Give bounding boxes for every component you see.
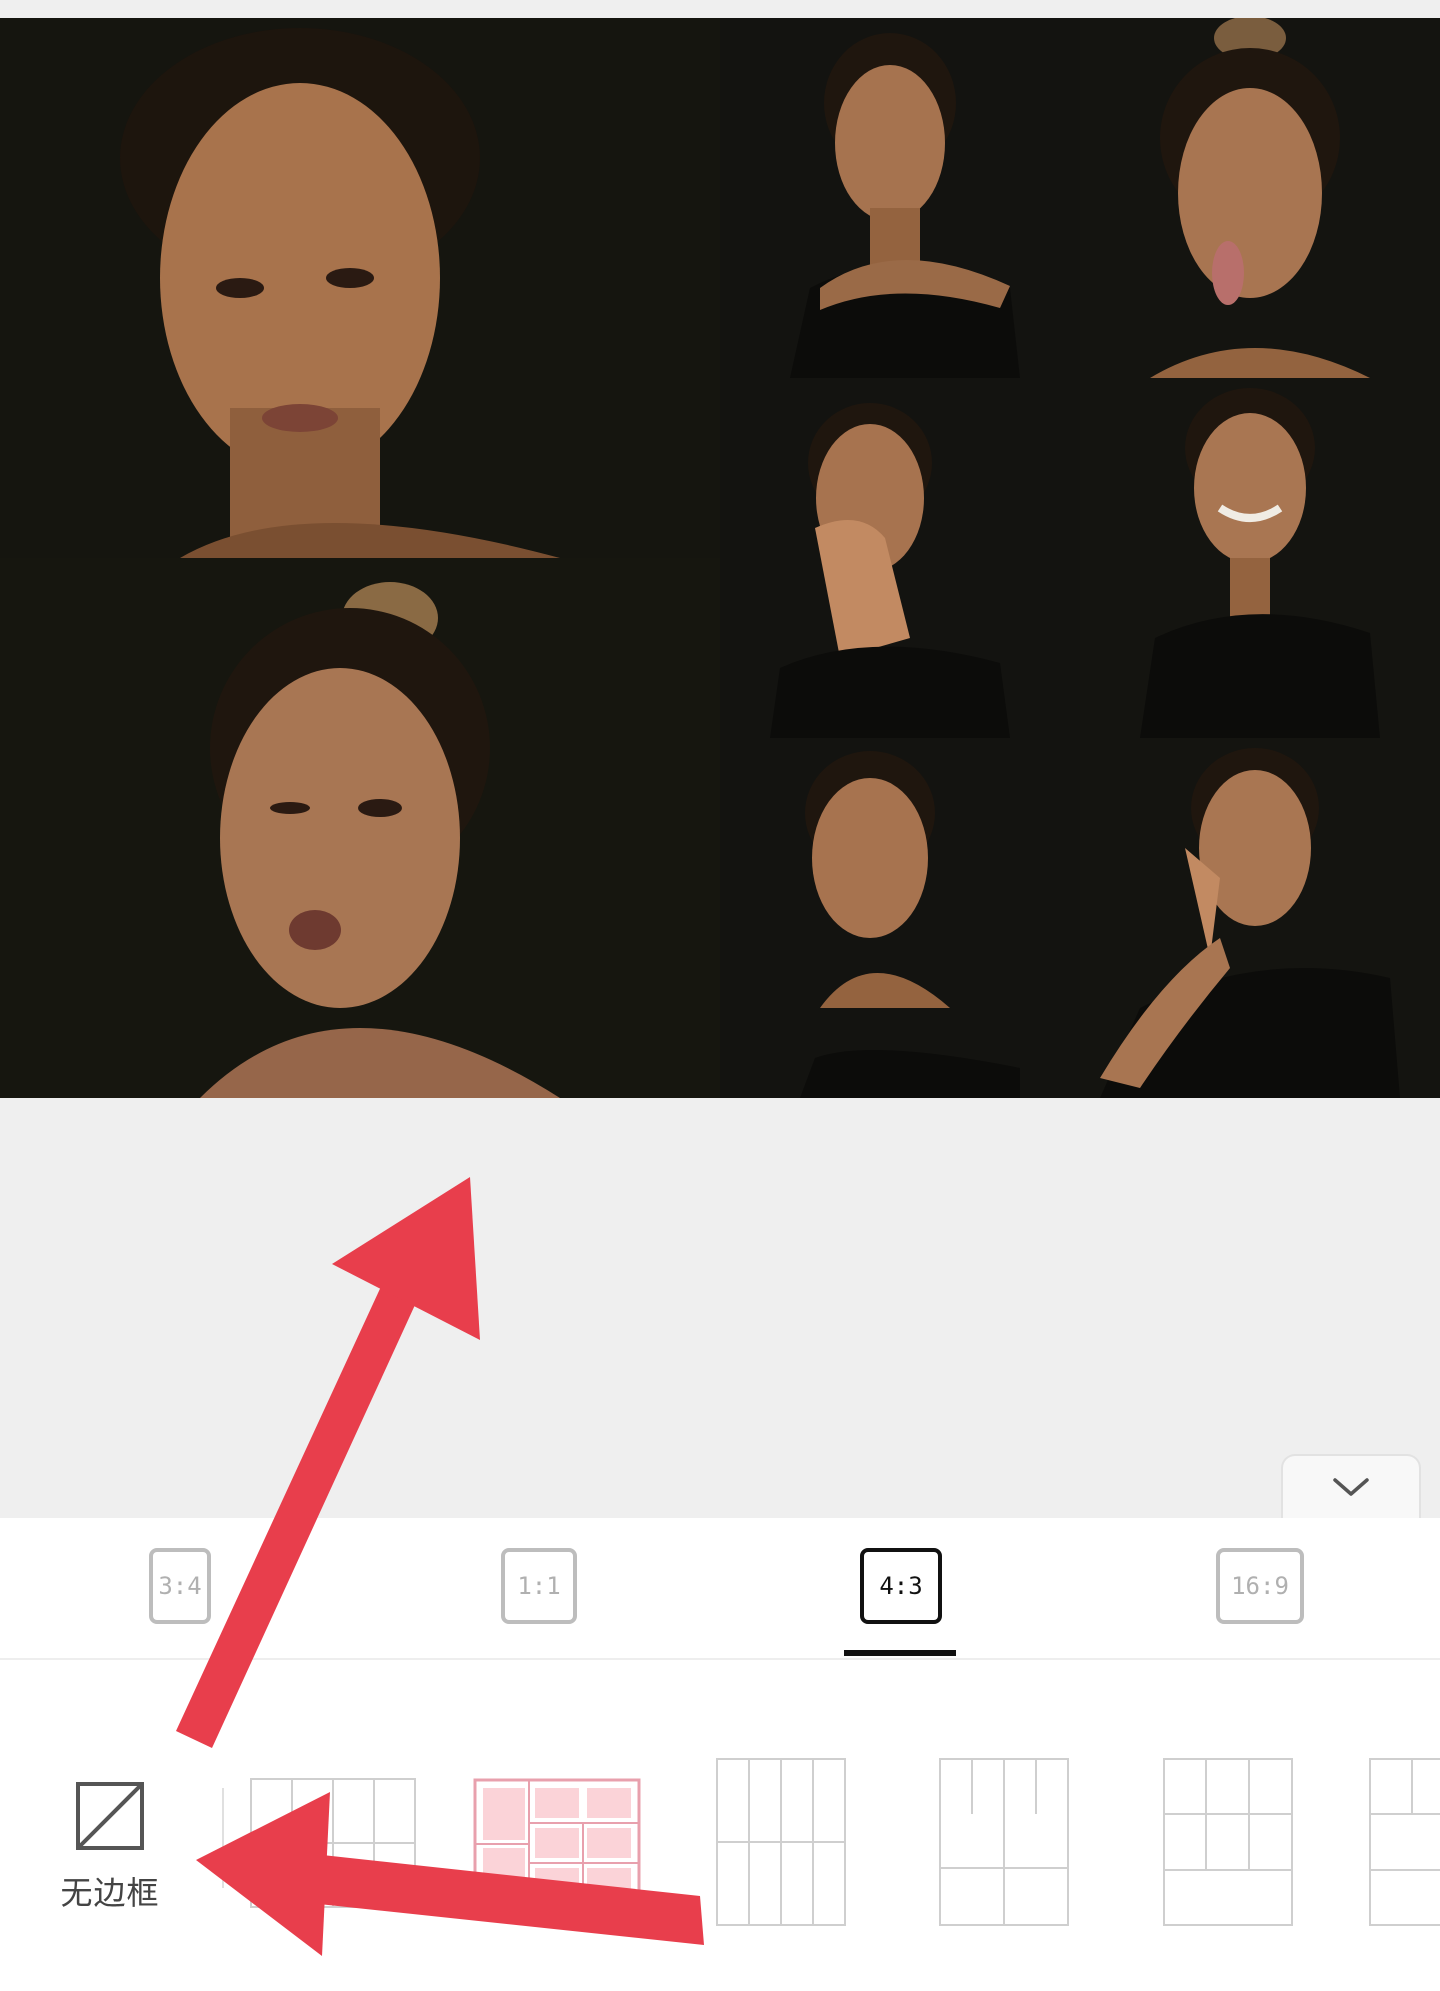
tab-ratio-1-1[interactable]: 1:1	[501, 1548, 577, 1624]
chevron-down-icon	[1333, 1478, 1369, 1496]
active-tab-indicator	[844, 1650, 956, 1656]
separator	[222, 1788, 224, 1888]
layout-template-3[interactable]	[716, 1758, 846, 1926]
collage-photo-7[interactable]	[720, 738, 1080, 1098]
layout-template-4[interactable]	[939, 1758, 1069, 1926]
tab-ratio-label: 4:3	[879, 1572, 923, 1600]
collage-photo-2[interactable]	[720, 18, 1080, 378]
collage-photo-6[interactable]	[1080, 378, 1440, 738]
layout-template-6[interactable]	[1369, 1758, 1440, 1926]
collage-photo-3[interactable]	[1080, 18, 1440, 378]
layout-template-strip: 无边框	[0, 1660, 1440, 1991]
tab-ratio-4-3[interactable]: 4:3	[860, 1548, 942, 1624]
no-border-label: 无边框	[60, 1874, 160, 1912]
collage-photo-1[interactable]	[0, 18, 720, 558]
collage-photo-4[interactable]	[0, 558, 720, 1098]
tab-ratio-label: 16:9	[1231, 1572, 1289, 1600]
tab-ratio-16-9[interactable]: 16:9	[1216, 1548, 1304, 1624]
layout-template-2-selected[interactable]	[473, 1778, 641, 1908]
layout-template-5[interactable]	[1163, 1758, 1293, 1926]
tab-ratio-3-4[interactable]: 3:4	[149, 1548, 211, 1624]
tab-ratio-label: 3:4	[158, 1572, 202, 1600]
aspect-ratio-tabs: 3:4 1:1 4:3 16:9	[0, 1518, 1440, 1658]
no-border-icon	[76, 1782, 144, 1850]
layout-template-1[interactable]	[250, 1778, 416, 1908]
arrow-up-right-head	[332, 1177, 480, 1340]
no-border-option[interactable]: 无边框	[50, 1780, 170, 1914]
collapse-panel-button[interactable]	[1281, 1454, 1421, 1520]
collage-photo-5[interactable]	[720, 378, 1080, 738]
collage-photo-8[interactable]	[1080, 738, 1440, 1098]
collage-canvas	[0, 18, 1440, 1098]
tab-ratio-label: 1:1	[517, 1572, 561, 1600]
